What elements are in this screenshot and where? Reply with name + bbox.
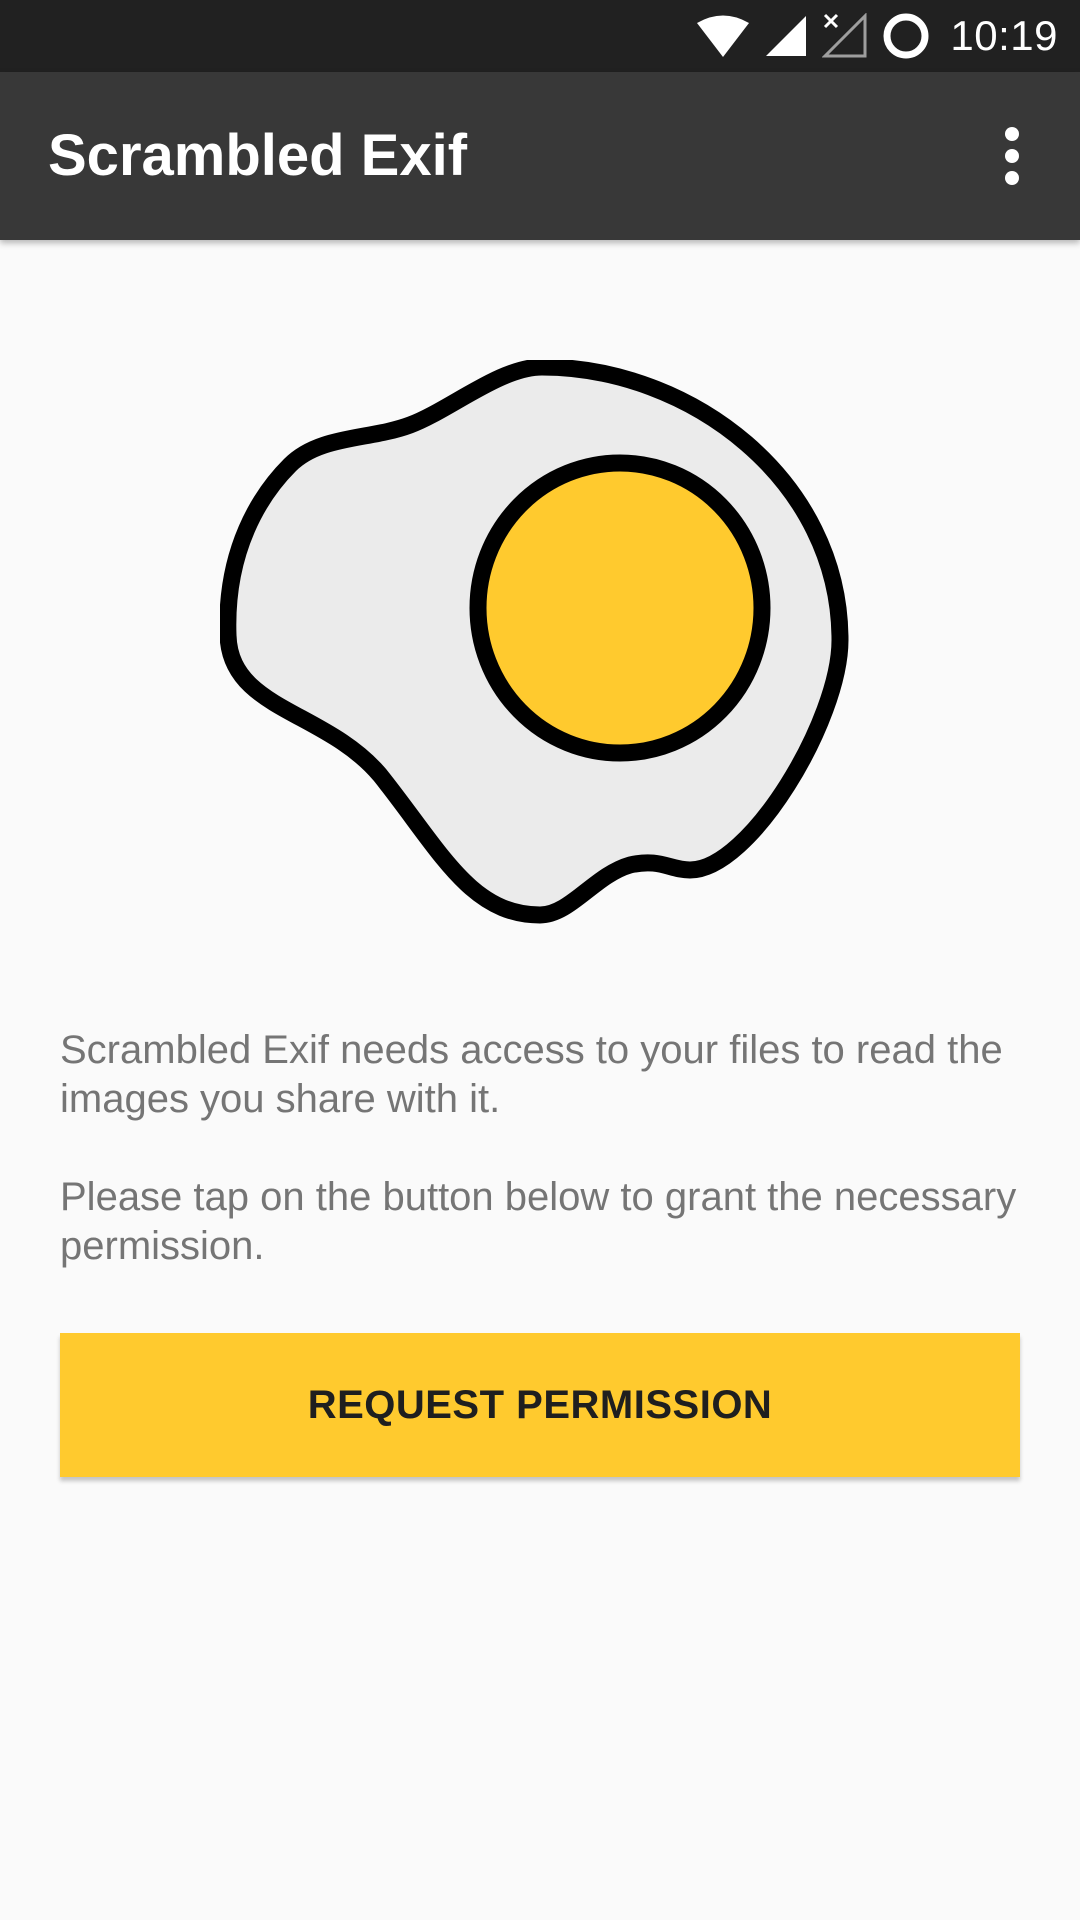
- battery-icon: [883, 13, 929, 59]
- request-permission-button[interactable]: REQUEST PERMISSION: [60, 1333, 1020, 1477]
- status-time: 10:19: [950, 12, 1058, 59]
- screen: 10:19 Scrambled Exif Scrambled Exif need…: [0, 0, 1080, 1920]
- fried-egg-icon: [220, 360, 849, 924]
- no-signal-icon: [822, 13, 867, 58]
- permission-instruction: Please tap on the button below to grant …: [60, 1175, 1017, 1268]
- permission-explanation: Scrambled Exif needs access to your file…: [60, 1028, 1003, 1121]
- app-bar: Scrambled Exif: [0, 72, 1080, 240]
- more-vert-icon: [1005, 123, 1019, 189]
- status-bar: 10:19: [0, 0, 1080, 72]
- more-options-button[interactable]: [964, 108, 1060, 204]
- status-icons: 10:19: [696, 0, 1058, 72]
- wifi-icon: [697, 15, 750, 57]
- egg-yolk: [469, 454, 771, 762]
- cell-signal-icon: [766, 16, 807, 56]
- app-title: Scrambled Exif: [48, 123, 468, 188]
